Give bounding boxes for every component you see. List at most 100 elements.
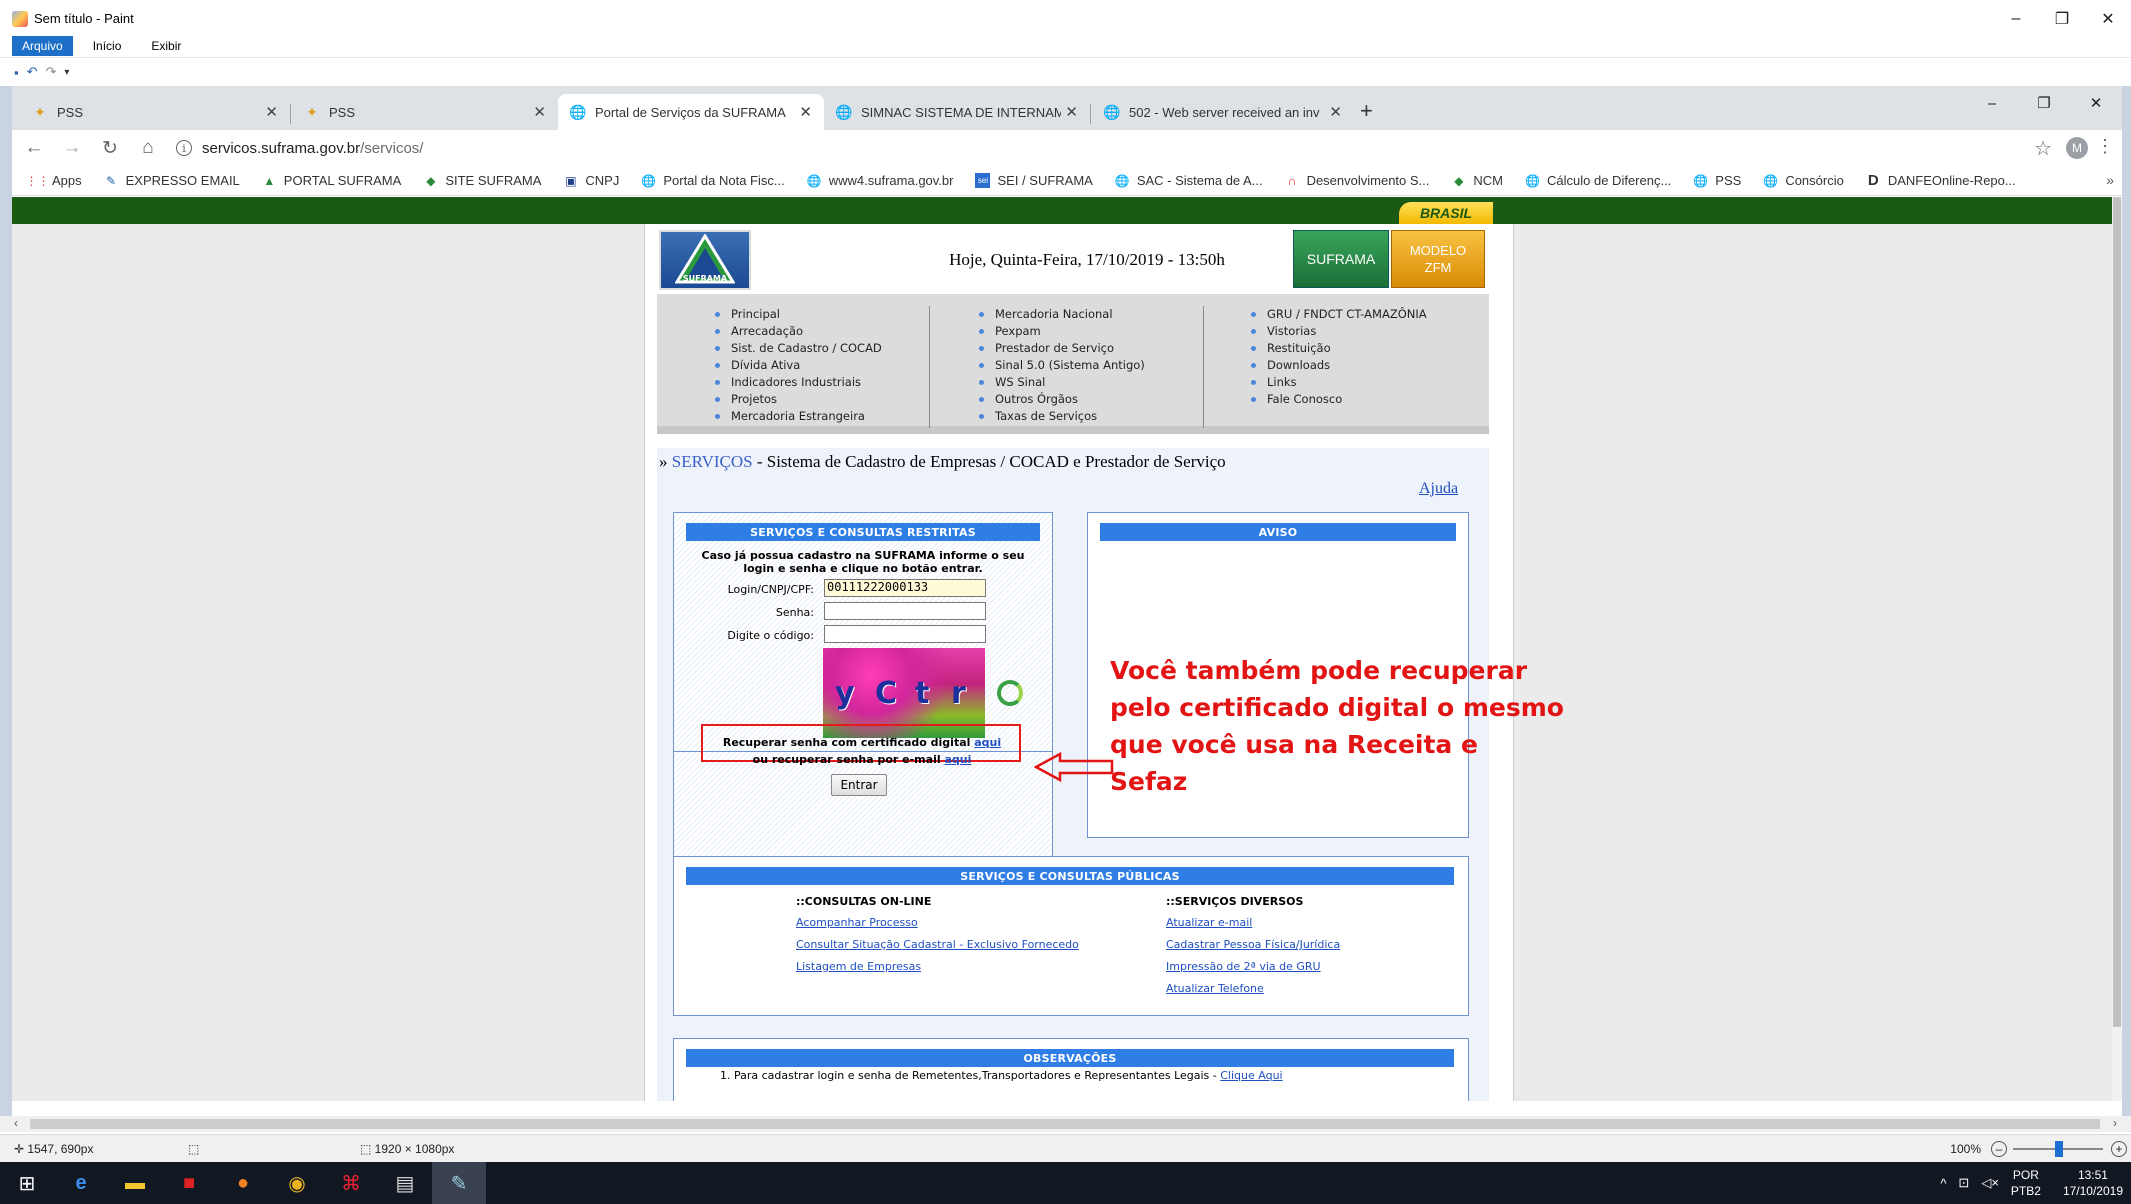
edge-icon[interactable]: e [54,1162,108,1204]
bookmark-site-suframa[interactable]: ◆ SITE SUFRAMA [423,173,541,188]
bookmark-star-icon[interactable]: ☆ [2034,136,2052,161]
breadcrumb-servicos-link[interactable]: SERVIÇOS [672,452,753,471]
nav-item-col2-3[interactable]: Sinal 5.0 (Sistema Antigo) [977,357,1145,374]
windows-start-icon[interactable]: ⊞ [0,1162,54,1204]
nav-item-col2-2[interactable]: Prestador de Serviço [977,340,1145,357]
acrobat-icon[interactable]: ⌘ [324,1162,378,1204]
bookmark-www4[interactable]: 🌐 www4.suframa.gov.br [807,173,954,188]
save-icon[interactable]: ▪ [14,65,19,80]
nav-item-col3-5[interactable]: Fale Conosco [1249,391,1427,408]
nav-item-col2-5[interactable]: Outros Órgãos [977,391,1145,408]
nav-item-col2-0[interactable]: Mercadoria Nacional [977,306,1145,323]
bookmarks-overflow-icon[interactable]: » [2106,172,2114,188]
modelo-zfm-button[interactable]: MODELO ZFM [1391,230,1485,288]
refresh-captcha-icon[interactable] [997,680,1023,706]
back-icon[interactable]: ← [18,133,50,163]
minimize-button[interactable]: – [1966,86,2018,120]
help-link[interactable]: Ajuda [1419,480,1458,498]
recover-email-link[interactable]: aqui [944,753,971,766]
scrollbar-thumb[interactable] [30,1119,2100,1129]
nav-item-col2-6[interactable]: Taxas de Serviços [977,408,1145,425]
link-cadastrar-pessoa[interactable]: Cadastrar Pessoa Física/Jurídica [1166,938,1340,951]
paint-taskbar-icon[interactable]: ✎ [432,1162,486,1204]
app-red-icon[interactable]: ■ [162,1162,216,1204]
menu-inicio[interactable]: Início [83,36,132,56]
zoom-out-icon[interactable]: – [1991,1140,2007,1157]
bookmark-expresso-email[interactable]: ✎ EXPRESSO EMAIL [104,173,240,188]
bookmark-portal-suframa[interactable]: ▲ PORTAL SUFRAMA [262,173,401,188]
chevron-up-icon[interactable]: ^ [1940,1176,1946,1191]
nav-item-col3-2[interactable]: Restituição [1249,340,1427,357]
close-icon[interactable]: ✕ [799,103,812,121]
tab-502[interactable]: 🌐 502 - Web server received an inv ✕ [1092,94,1354,130]
bookmark-sei[interactable]: sei SEI / SUFRAMA [975,173,1093,188]
home-icon[interactable]: ⌂ [132,133,164,163]
file-explorer-icon[interactable]: ▬ [108,1162,162,1204]
chrome-icon[interactable]: ◉ [270,1162,324,1204]
chevron-down-icon[interactable]: ▾ [64,67,69,78]
scroll-right-icon[interactable]: › [2113,1116,2117,1130]
firefox-icon[interactable]: ● [216,1162,270,1204]
nav-item-col1-0[interactable]: Principal [713,306,882,323]
scroll-left-icon[interactable]: ‹ [14,1116,18,1130]
nav-item-col3-3[interactable]: Downloads [1249,357,1427,374]
bookmark-pss[interactable]: 🌐 PSS [1693,173,1741,188]
brasil-badge[interactable]: BRASIL [1399,202,1493,224]
close-icon[interactable]: ✕ [1065,103,1078,121]
nav-item-col1-5[interactable]: Projetos [713,391,882,408]
suframa-button[interactable]: SUFRAMA [1293,230,1389,288]
bookmark-ncm[interactable]: ◆ NCM [1451,173,1503,188]
tab-simnac[interactable]: 🌐 SIMNAC SISTEMA DE INTERNAM ✕ [824,94,1090,130]
nav-item-col3-0[interactable]: GRU / FNDCT CT-AMAZÔNIA [1249,306,1427,323]
nav-item-col2-4[interactable]: WS Sinal [977,374,1145,391]
undo-icon[interactable]: ↶ [27,64,38,80]
bookmark-apps[interactable]: ⋮⋮ Apps [26,173,82,188]
menu-arquivo[interactable]: Arquivo [12,35,73,56]
close-icon[interactable]: ✕ [265,103,278,121]
minimize-button[interactable]: – [1993,0,2039,37]
recover-cert-link[interactable]: aqui [974,736,1001,749]
menu-dots-icon[interactable]: ⋮ [2096,136,2114,157]
tab-portal-suframa[interactable]: 🌐 Portal de Serviços da SUFRAMA ✕ [558,94,824,130]
close-button[interactable]: ✕ [2070,86,2122,120]
browser-scrollbar[interactable] [2112,197,2122,1101]
tab-pss-1[interactable]: ✦ PSS ✕ [20,94,290,130]
info-icon[interactable]: i [176,140,192,156]
suframa-logo[interactable]: SUFRAMA [659,230,751,290]
bookmark-desenvolvimento[interactable]: ∩ Desenvolvimento S... [1285,173,1430,188]
bookmark-danfe[interactable]: D DANFEOnline-Repo... [1866,172,2016,189]
bookmark-calculo[interactable]: 🌐 Cálculo de Diferenç... [1525,173,1671,188]
restore-button[interactable]: ❐ [2039,0,2085,37]
link-impressao-gru[interactable]: Impressão de 2ª via de GRU [1166,960,1321,973]
menu-exibir[interactable]: Exibir [141,36,191,56]
nav-item-col1-1[interactable]: Arrecadação [713,323,882,340]
forward-icon[interactable]: → [56,133,88,163]
redo-icon[interactable]: ↷ [46,64,57,80]
volume-icon[interactable]: ◁× [1981,1175,1999,1191]
profile-avatar[interactable]: M [2066,137,2088,159]
nav-item-col3-4[interactable]: Links [1249,374,1427,391]
document-icon[interactable]: ▤ [378,1162,432,1204]
link-atualizar-email[interactable]: Atualizar e-mail [1166,916,1252,929]
tab-pss-2[interactable]: ✦ PSS ✕ [292,94,558,130]
link-atualizar-telefone[interactable]: Atualizar Telefone [1166,982,1264,995]
nav-item-col1-4[interactable]: Indicadores Industriais [713,374,882,391]
reload-icon[interactable]: ↻ [94,133,126,163]
nav-item-col1-3[interactable]: Dívida Ativa [713,357,882,374]
zoom-slider-thumb[interactable] [2055,1140,2063,1157]
clique-aqui-link[interactable]: Clique Aqui [1220,1069,1282,1082]
address-bar[interactable]: i servicos.suframa.gov.br/servicos/ [176,133,2046,163]
close-button[interactable]: ✕ [2085,0,2131,37]
new-tab-button[interactable]: + [1360,98,1373,124]
close-icon[interactable]: ✕ [533,103,546,121]
nav-item-col2-1[interactable]: Pexpam [977,323,1145,340]
paint-horizontal-scrollbar[interactable]: ‹ › [0,1116,2131,1132]
language-indicator[interactable]: POR PTB2 [2011,1167,2041,1199]
bookmark-cnpj[interactable]: ▣ CNPJ [563,173,619,188]
restore-button[interactable]: ❐ [2018,86,2070,120]
zoom-in-icon[interactable]: + [2111,1140,2127,1157]
nav-item-col3-1[interactable]: Vistorias [1249,323,1427,340]
link-acompanhar-processo[interactable]: Acompanhar Processo [796,916,918,929]
bookmark-consorcio[interactable]: 🌐 Consórcio [1763,173,1844,188]
link-consultar-situacao[interactable]: Consultar Situação Cadastral - Exclusivo… [796,938,1079,951]
